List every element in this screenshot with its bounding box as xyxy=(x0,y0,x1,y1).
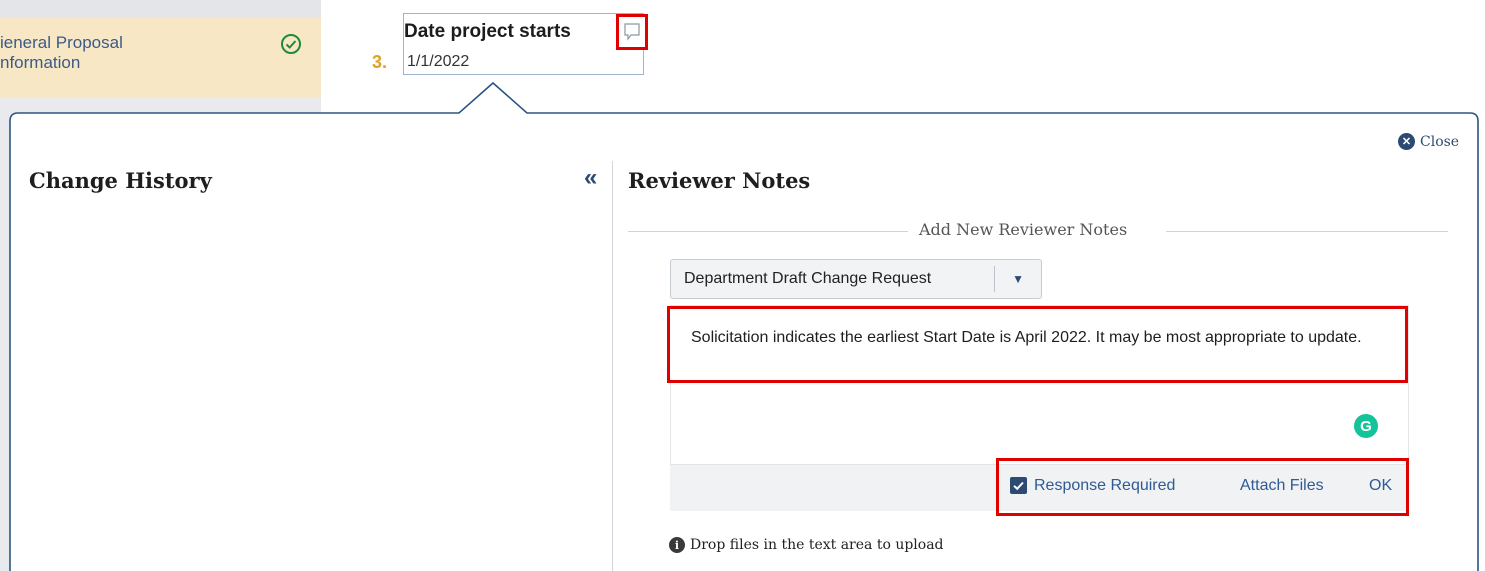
response-required-label[interactable]: Response Required xyxy=(1034,477,1175,495)
note-type-selected: Department Draft Change Request xyxy=(684,270,932,287)
collapse-panel-icon[interactable]: « xyxy=(584,164,597,192)
add-notes-heading: Add New Reviewer Notes xyxy=(919,220,1128,239)
response-required-checkbox[interactable] xyxy=(1010,477,1027,494)
section-rule-left xyxy=(628,231,908,232)
close-icon: ✕ xyxy=(1398,133,1415,150)
note-text[interactable]: Solicitation indicates the earliest Star… xyxy=(691,328,1391,348)
close-label: Close xyxy=(1420,133,1460,150)
change-history-title: Change History xyxy=(29,168,212,193)
note-type-select[interactable]: Department Draft Change Request ▼ xyxy=(670,259,1042,299)
checkmark-icon xyxy=(1013,481,1024,491)
grammarly-icon[interactable]: G xyxy=(1354,414,1378,438)
chevron-down-icon: ▼ xyxy=(1012,272,1024,286)
panel-divider xyxy=(612,161,613,571)
ok-button[interactable]: OK xyxy=(1369,477,1392,495)
attach-files-link[interactable]: Attach Files xyxy=(1240,477,1324,495)
section-rule-right xyxy=(1166,231,1448,232)
info-icon: i xyxy=(669,537,685,553)
close-button[interactable]: ✕ Close xyxy=(1398,133,1459,150)
drop-hint-text: Drop files in the text area to upload xyxy=(690,537,944,553)
reviewer-notes-title: Reviewer Notes xyxy=(628,168,811,193)
drop-files-hint: i Drop files in the text area to upload xyxy=(669,537,944,553)
